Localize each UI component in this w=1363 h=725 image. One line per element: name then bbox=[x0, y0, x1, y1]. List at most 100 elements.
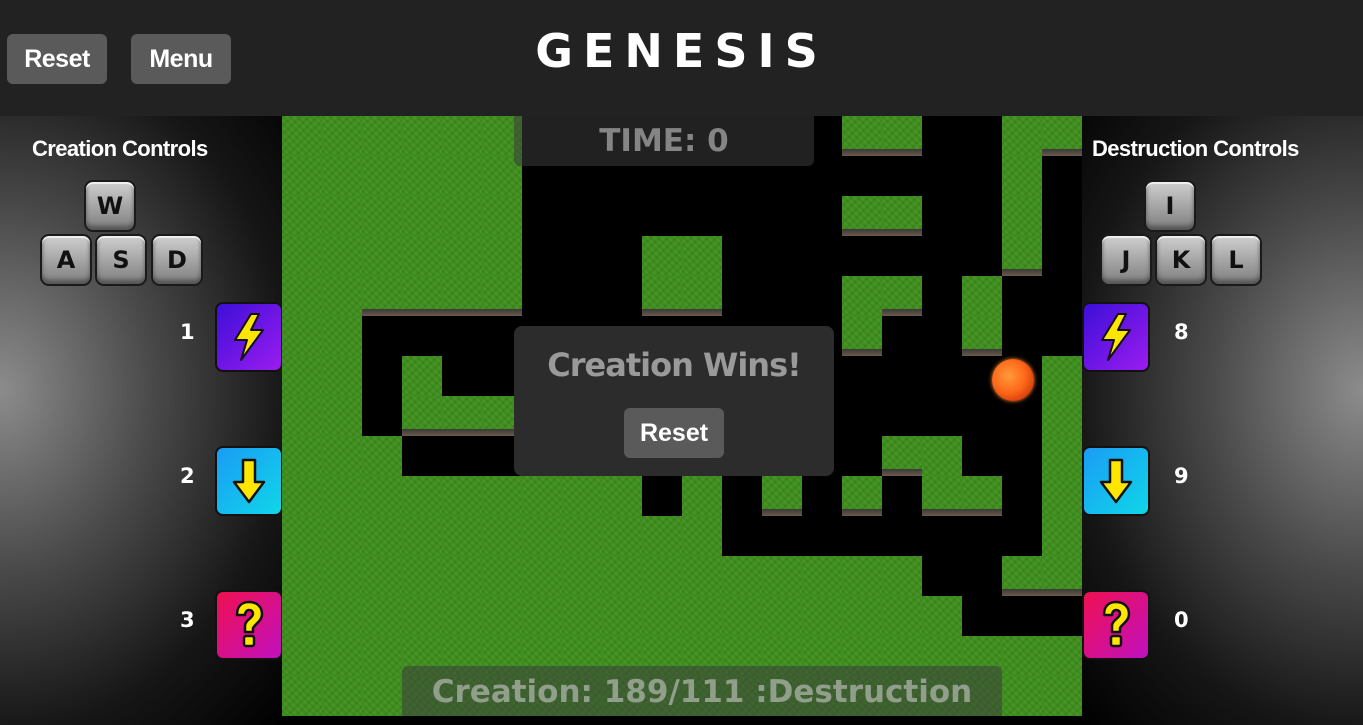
grass-tile bbox=[842, 116, 882, 156]
key-l: L bbox=[1210, 234, 1262, 286]
grass-tile bbox=[282, 236, 322, 276]
grass-tile bbox=[882, 556, 922, 596]
destruction-controls-title: Destruction Controls bbox=[1092, 136, 1299, 161]
grass-tile bbox=[442, 556, 482, 596]
grass-tile bbox=[442, 516, 482, 556]
destruction-panel: Destruction Controls I J K L 8 9 0 bbox=[1082, 116, 1363, 725]
grass-tile bbox=[1002, 556, 1042, 596]
grass-tile bbox=[322, 636, 362, 676]
grass-tile bbox=[882, 436, 922, 476]
dirt-edge bbox=[842, 149, 882, 156]
key-d: D bbox=[151, 234, 203, 286]
grass-tile bbox=[442, 596, 482, 636]
creation-controls-title: Creation Controls bbox=[32, 136, 208, 161]
grass-tile bbox=[682, 596, 722, 636]
grass-tile bbox=[1042, 436, 1082, 476]
grass-tile bbox=[282, 276, 322, 316]
grass-tile bbox=[1002, 236, 1042, 276]
grass-tile bbox=[602, 556, 642, 596]
dirt-edge bbox=[842, 509, 882, 516]
grass-tile bbox=[1002, 636, 1042, 676]
grass-tile bbox=[522, 476, 562, 516]
grass-tile bbox=[362, 436, 402, 476]
grass-tile bbox=[402, 516, 442, 556]
destruction-down-power[interactable] bbox=[1082, 446, 1150, 516]
grass-tile bbox=[402, 116, 442, 156]
grass-tile bbox=[1002, 196, 1042, 236]
key-k: K bbox=[1155, 234, 1207, 286]
grass-tile bbox=[642, 236, 682, 276]
grass-tile bbox=[1042, 556, 1082, 596]
grass-tile bbox=[842, 596, 882, 636]
grass-tile bbox=[882, 596, 922, 636]
grass-tile bbox=[322, 476, 362, 516]
grass-tile bbox=[442, 236, 482, 276]
grass-tile bbox=[362, 236, 402, 276]
grass-tile bbox=[322, 516, 362, 556]
grass-tile bbox=[922, 596, 962, 636]
creation-down-power[interactable] bbox=[215, 446, 283, 516]
grass-tile bbox=[722, 556, 762, 596]
grass-tile bbox=[1042, 396, 1082, 436]
dirt-edge bbox=[1042, 149, 1082, 156]
grass-tile bbox=[962, 276, 1002, 316]
destruction-power-key-0: 0 bbox=[1174, 608, 1189, 632]
grass-tile bbox=[642, 276, 682, 316]
grass-tile bbox=[482, 476, 522, 516]
grass-tile bbox=[642, 516, 682, 556]
dirt-edge bbox=[1042, 589, 1082, 596]
dialog-reset-button[interactable]: Reset bbox=[624, 408, 724, 458]
grass-tile bbox=[802, 596, 842, 636]
destruction-lightning-power[interactable] bbox=[1082, 302, 1150, 372]
grass-tile bbox=[322, 436, 362, 476]
score-display: Creation: 189/111 :Destruction bbox=[402, 666, 1002, 716]
dirt-edge bbox=[762, 509, 802, 516]
grass-tile bbox=[682, 556, 722, 596]
grass-tile bbox=[402, 276, 442, 316]
grass-tile bbox=[402, 596, 442, 636]
dirt-edge bbox=[1002, 589, 1042, 596]
grass-tile bbox=[402, 476, 442, 516]
grass-tile bbox=[362, 596, 402, 636]
question-mark-icon bbox=[235, 600, 264, 648]
grass-tile bbox=[282, 356, 322, 396]
grass-tile bbox=[562, 596, 602, 636]
dirt-edge bbox=[402, 309, 442, 316]
grass-tile bbox=[322, 276, 362, 316]
grass-tile bbox=[402, 156, 442, 196]
creation-panel: Creation Controls W A S D 1 2 3 bbox=[0, 116, 283, 725]
grass-tile bbox=[562, 556, 602, 596]
creation-question-power[interactable] bbox=[215, 590, 283, 660]
creation-power-key-1: 1 bbox=[180, 320, 195, 344]
grass-tile bbox=[482, 516, 522, 556]
dirt-edge bbox=[842, 229, 882, 236]
dirt-edge bbox=[842, 349, 882, 356]
grass-tile bbox=[442, 116, 482, 156]
grass-tile bbox=[402, 196, 442, 236]
grass-tile bbox=[922, 476, 962, 516]
creation-lightning-power[interactable] bbox=[215, 302, 283, 372]
win-dialog: Creation Wins! Reset bbox=[514, 326, 834, 476]
grass-tile bbox=[1042, 116, 1082, 156]
grass-tile bbox=[402, 396, 442, 436]
dirt-edge bbox=[682, 309, 722, 316]
grass-tile bbox=[282, 596, 322, 636]
destruction-power-key-9: 9 bbox=[1174, 464, 1189, 488]
grass-tile bbox=[682, 516, 722, 556]
grass-tile bbox=[402, 356, 442, 396]
grass-tile bbox=[362, 556, 402, 596]
grass-tile bbox=[522, 516, 562, 556]
grass-tile bbox=[322, 156, 362, 196]
grass-tile bbox=[282, 196, 322, 236]
grass-tile bbox=[362, 196, 402, 236]
grass-tile bbox=[322, 116, 362, 156]
grass-tile bbox=[362, 116, 402, 156]
grass-tile bbox=[522, 596, 562, 636]
dirt-edge bbox=[442, 309, 482, 316]
grass-tile bbox=[282, 156, 322, 196]
grass-tile bbox=[362, 516, 402, 556]
grass-tile bbox=[442, 196, 482, 236]
dirt-edge bbox=[882, 309, 922, 316]
destruction-question-power[interactable] bbox=[1082, 590, 1150, 660]
grass-tile bbox=[322, 676, 362, 716]
